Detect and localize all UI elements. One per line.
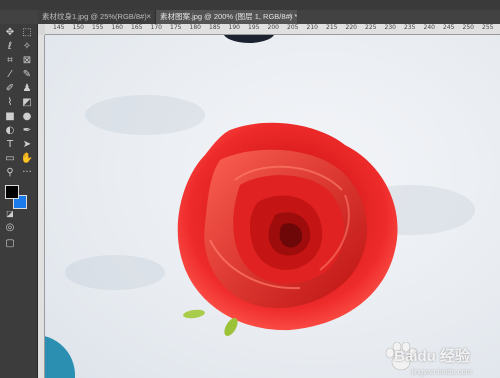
ruler-tick-label: 255: [482, 24, 494, 31]
move-tool-icon[interactable]: ✥: [2, 26, 18, 39]
ruler-tick-label: 235: [404, 24, 416, 31]
ruler-tick-label: 245: [443, 24, 455, 31]
quick-mask-icon[interactable]: ◎: [2, 221, 18, 234]
zoom-tool-icon[interactable]: ⚲: [2, 166, 18, 179]
text-tool-icon[interactable]: T: [2, 138, 18, 151]
ruler-tick-label: 220: [345, 24, 357, 31]
lasso-tool-icon[interactable]: ℓ: [2, 40, 18, 53]
ruler-tick-label: 190: [228, 24, 240, 31]
foreground-color-swatch[interactable]: [5, 185, 19, 199]
tab-document-1[interactable]: 素材纹身1.jpg @ 25%(RGB/8#) ×: [38, 10, 156, 24]
ruler-tick-label: 210: [306, 24, 318, 31]
ruler-tick-label: 185: [209, 24, 221, 31]
close-icon[interactable]: ×: [288, 10, 293, 24]
frame-tool-icon[interactable]: ⊠: [19, 54, 35, 67]
tab-document-2[interactable]: 素材图案.jpg @ 200% (图层 1, RGB/8#) * ×: [156, 10, 297, 24]
tab-label: 素材纹身1.jpg @ 25%(RGB/8#): [42, 12, 147, 21]
brush-tool-icon[interactable]: ⌇: [2, 96, 18, 109]
watermark-text: Baidu 经验: [394, 348, 470, 365]
crop-tool-icon[interactable]: ⌗: [2, 54, 18, 67]
default-colors-icon[interactable]: ◪: [2, 207, 18, 220]
healing-brush-tool-icon[interactable]: ✐: [2, 82, 18, 95]
ruler-tick-label: 225: [365, 24, 377, 31]
leaf-artwork: [183, 309, 238, 337]
tools-panel: ✥ ⬚ ℓ ✧ ⌗ ⊠ ⁄ ✎ ✐ ♟ ⌇ ◩ ■ ● ◐ ✒ T ➤ ▭ ✋ …: [0, 24, 38, 378]
path-selection-tool-icon[interactable]: ➤: [19, 138, 35, 151]
marquee-tool-icon[interactable]: ⬚: [19, 26, 35, 39]
dodge-tool-icon[interactable]: ◐: [2, 124, 18, 137]
ruler-corner[interactable]: [38, 24, 45, 35]
ruler-tick-label: 150: [72, 24, 84, 31]
magic-wand-tool-icon[interactable]: ✧: [19, 40, 35, 53]
shirt-fold: [65, 255, 165, 290]
eraser-tool-icon[interactable]: ◩: [19, 96, 35, 109]
screen-mode-icon[interactable]: ▢: [2, 237, 18, 250]
close-icon[interactable]: ×: [146, 10, 151, 24]
ruler-tool-icon[interactable]: ✎: [19, 68, 35, 81]
more-tools-icon[interactable]: ···: [19, 166, 35, 179]
ruler-tick-label: 200: [267, 24, 279, 31]
ruler-tick-label: 180: [189, 24, 201, 31]
shirt-collar: [223, 35, 275, 43]
blur-tool-icon[interactable]: ●: [19, 110, 35, 123]
ruler-tick-label: 215: [326, 24, 338, 31]
eyedropper-tool-icon[interactable]: ⁄: [2, 68, 18, 81]
shirt-sleeve: [45, 335, 75, 378]
vertical-ruler[interactable]: [38, 35, 45, 378]
watermark-url: jingyan.baidu.com: [411, 367, 472, 376]
pen-tool-icon[interactable]: ✒: [19, 124, 35, 137]
document-canvas[interactable]: Baidu 经验 jingyan.baidu.com: [45, 35, 500, 378]
ruler-tick-label: 250: [462, 24, 474, 31]
ruler-tick-label: 165: [131, 24, 143, 31]
gradient-tool-icon[interactable]: ■: [2, 110, 18, 123]
ruler-tick-label: 155: [92, 24, 104, 31]
ruler-tick-label: 170: [150, 24, 162, 31]
document-tab-bar: 素材纹身1.jpg @ 25%(RGB/8#) × 素材图案.jpg @ 200…: [0, 10, 500, 24]
ruler-tick-label: 175: [170, 24, 182, 31]
clone-stamp-tool-icon[interactable]: ♟: [19, 82, 35, 95]
ruler-tick-label: 195: [248, 24, 260, 31]
rectangle-tool-icon[interactable]: ▭: [2, 152, 18, 165]
ruler-tick-label: 230: [384, 24, 396, 31]
menu-strip: [0, 0, 500, 10]
ruler-tick-label: 160: [111, 24, 123, 31]
tab-label: 素材图案.jpg @ 200% (图层 1, RGB/8#) *: [160, 12, 297, 21]
horizontal-ruler[interactable]: 145 150 155 160 165 170 175 180 185 190 195 200 205 2…: [45, 24, 500, 35]
ruler-tick-label: 205: [287, 24, 299, 31]
ruler-tick-label: 240: [423, 24, 435, 31]
hand-tool-icon[interactable]: ✋: [19, 152, 35, 165]
rose-artwork: [177, 122, 398, 331]
ruler-tick-label: 145: [53, 24, 65, 31]
